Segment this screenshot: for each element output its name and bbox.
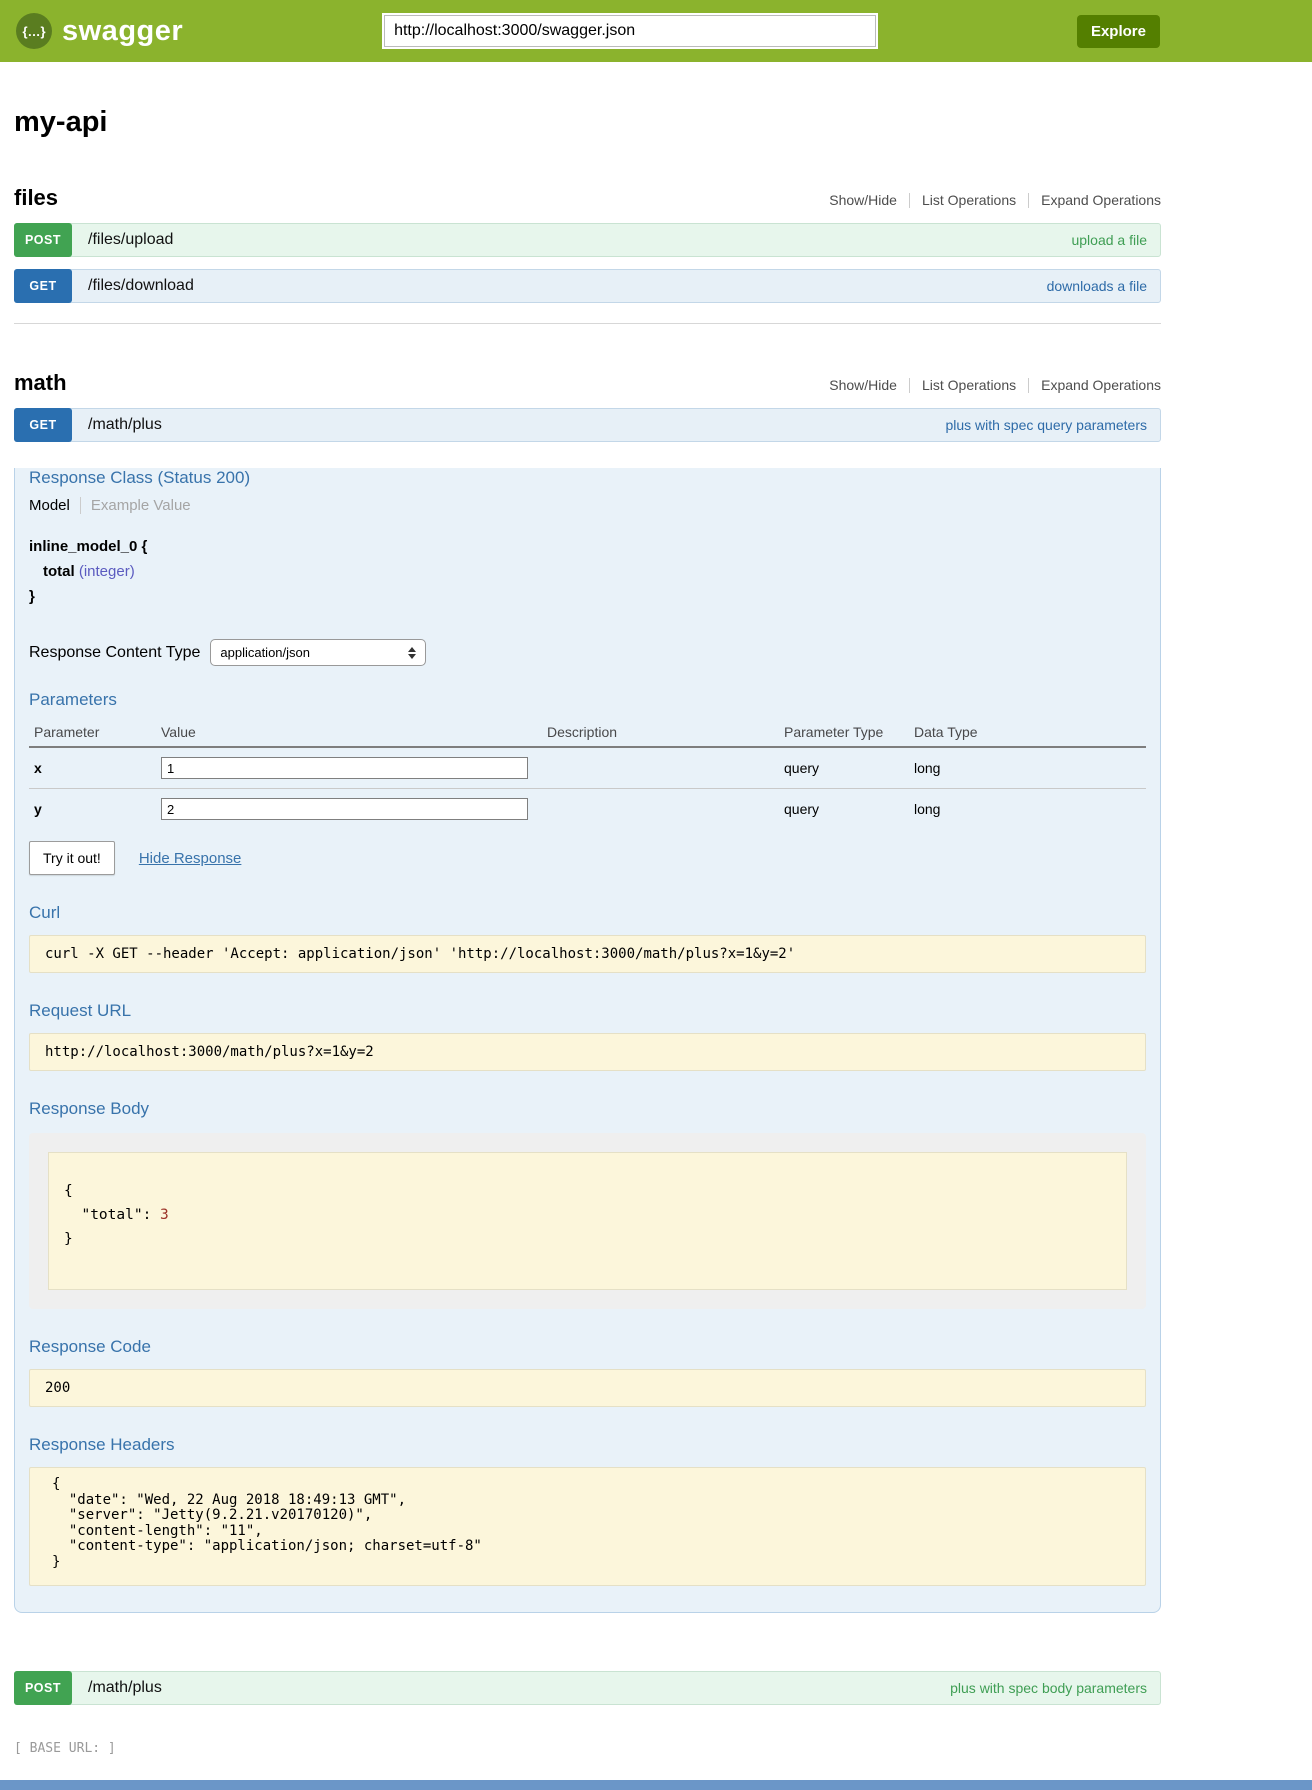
param-y-input[interactable] — [161, 798, 528, 820]
hide-response-link[interactable]: Hide Response — [139, 850, 242, 867]
swagger-braces-icon: {…} — [16, 13, 52, 49]
get-method-badge: GET — [14, 269, 72, 303]
files-show-hide-link[interactable]: Show/Hide — [829, 192, 897, 208]
param-name: y — [29, 789, 156, 830]
op-path[interactable]: /math/plus — [88, 416, 162, 434]
spec-url-input[interactable] — [384, 15, 876, 47]
op-path[interactable]: /files/download — [88, 277, 194, 295]
swagger-logo[interactable]: {…} swagger — [16, 13, 183, 49]
op-summary[interactable]: downloads a file — [1047, 278, 1147, 294]
separator — [1028, 193, 1029, 208]
col-header-data-type: Data Type — [909, 718, 1146, 747]
select-arrows-icon — [408, 647, 416, 659]
footer-bar — [0, 1780, 1312, 1790]
op-summary[interactable]: plus with spec body parameters — [950, 1680, 1147, 1696]
math-show-hide-link[interactable]: Show/Hide — [829, 377, 897, 393]
col-header-parameter: Parameter — [29, 718, 156, 747]
api-title: my-api — [14, 106, 1161, 139]
explore-button[interactable]: Explore — [1077, 15, 1160, 48]
files-list-operations-link[interactable]: List Operations — [922, 192, 1016, 208]
op-row-post-files-upload[interactable]: POST /files/upload upload a file — [14, 223, 1161, 257]
math-section-header: math Show/Hide List Operations Expand Op… — [14, 370, 1161, 396]
section-divider — [14, 323, 1161, 324]
parameters-title: Parameters — [29, 690, 1146, 710]
response-headers-box: { "date": "Wed, 22 Aug 2018 18:49:13 GMT… — [29, 1467, 1146, 1586]
param-row-x: x query long — [29, 747, 1146, 789]
param-description — [542, 747, 779, 789]
response-headers-title: Response Headers — [29, 1435, 1146, 1455]
response-content-type-label: Response Content Type — [29, 644, 200, 662]
col-header-value: Value — [156, 718, 542, 747]
files-section-title: files — [14, 185, 58, 211]
post-method-badge: POST — [14, 223, 72, 257]
response-body-title: Response Body — [29, 1099, 1146, 1119]
math-list-operations-link[interactable]: List Operations — [922, 377, 1016, 393]
model-property: total (integer) — [29, 559, 1146, 584]
files-expand-operations-link[interactable]: Expand Operations — [1041, 192, 1161, 208]
response-content-type-select[interactable]: application/json — [210, 639, 426, 666]
math-expand-operations-link[interactable]: Expand Operations — [1041, 377, 1161, 393]
op-row-post-math-plus[interactable]: POST /math/plus plus with spec body para… — [14, 1671, 1161, 1705]
request-url-box: http://localhost:3000/math/plus?x=1&y=2 — [29, 1033, 1146, 1071]
op-row-get-files-download[interactable]: GET /files/download downloads a file — [14, 269, 1161, 303]
json-close-brace: } — [64, 1231, 73, 1247]
model-prop-name: total — [43, 563, 75, 580]
tab-example-value[interactable]: Example Value — [81, 497, 191, 514]
files-section-header: files Show/Hide List Operations Expand O… — [14, 185, 1161, 211]
post-method-badge: POST — [14, 1671, 72, 1705]
model-prop-type: (integer) — [79, 563, 135, 580]
selected-content-type: application/json — [220, 645, 310, 660]
json-key-total: "total": — [64, 1207, 160, 1223]
op-path[interactable]: /math/plus — [88, 1679, 162, 1697]
op-row-get-math-plus[interactable]: GET /math/plus plus with spec query para… — [14, 408, 1161, 442]
response-code-title: Response Code — [29, 1337, 1146, 1357]
request-url-title: Request URL — [29, 1001, 1146, 1021]
get-math-plus-expanded-panel: Response Class (Status 200) Model Exampl… — [14, 468, 1161, 1613]
get-method-badge: GET — [14, 408, 72, 442]
try-it-out-button[interactable]: Try it out! — [29, 841, 115, 875]
response-body-container: { "total": 3 } — [29, 1133, 1146, 1309]
response-code-box: 200 — [29, 1369, 1146, 1407]
base-url-label: [ BASE URL: ] — [14, 1741, 1161, 1756]
col-header-parameter-type: Parameter Type — [779, 718, 909, 747]
op-summary[interactable]: plus with spec query parameters — [945, 417, 1147, 433]
model-tabs: Model Example Value — [29, 497, 1146, 514]
param-name: x — [29, 747, 156, 789]
col-header-description: Description — [542, 718, 779, 747]
response-class-title: Response Class (Status 200) — [29, 468, 1146, 488]
response-headers-json: { "date": "Wed, 22 Aug 2018 18:49:13 GMT… — [52, 1477, 1130, 1570]
swagger-logo-text: swagger — [62, 15, 183, 48]
json-open-brace: { — [64, 1183, 73, 1199]
param-description — [542, 789, 779, 830]
op-summary[interactable]: upload a file — [1071, 232, 1147, 248]
json-value-total: 3 — [160, 1207, 169, 1223]
curl-command-box: curl -X GET --header 'Accept: applicatio… — [29, 935, 1146, 973]
separator — [909, 378, 910, 393]
curl-title: Curl — [29, 903, 1146, 923]
separator — [1028, 378, 1029, 393]
parameters-table: Parameter Value Description Parameter Ty… — [29, 718, 1146, 829]
math-section-title: math — [14, 370, 67, 396]
model-signature: inline_model_0 { total (integer) } — [29, 534, 1146, 609]
op-path[interactable]: /files/upload — [88, 231, 173, 249]
param-x-input[interactable] — [161, 757, 528, 779]
model-close: } — [29, 584, 1146, 609]
model-open: inline_model_0 { — [29, 534, 1146, 559]
param-data-type: long — [909, 789, 1146, 830]
response-content-type-row: Response Content Type application/json — [29, 639, 1146, 666]
header-bar: {…} swagger Explore — [0, 0, 1312, 62]
param-type: query — [779, 789, 909, 830]
separator — [909, 193, 910, 208]
param-type: query — [779, 747, 909, 789]
param-data-type: long — [909, 747, 1146, 789]
param-row-y: y query long — [29, 789, 1146, 830]
response-body-box: { "total": 3 } — [48, 1152, 1127, 1290]
tab-model[interactable]: Model — [29, 497, 81, 514]
